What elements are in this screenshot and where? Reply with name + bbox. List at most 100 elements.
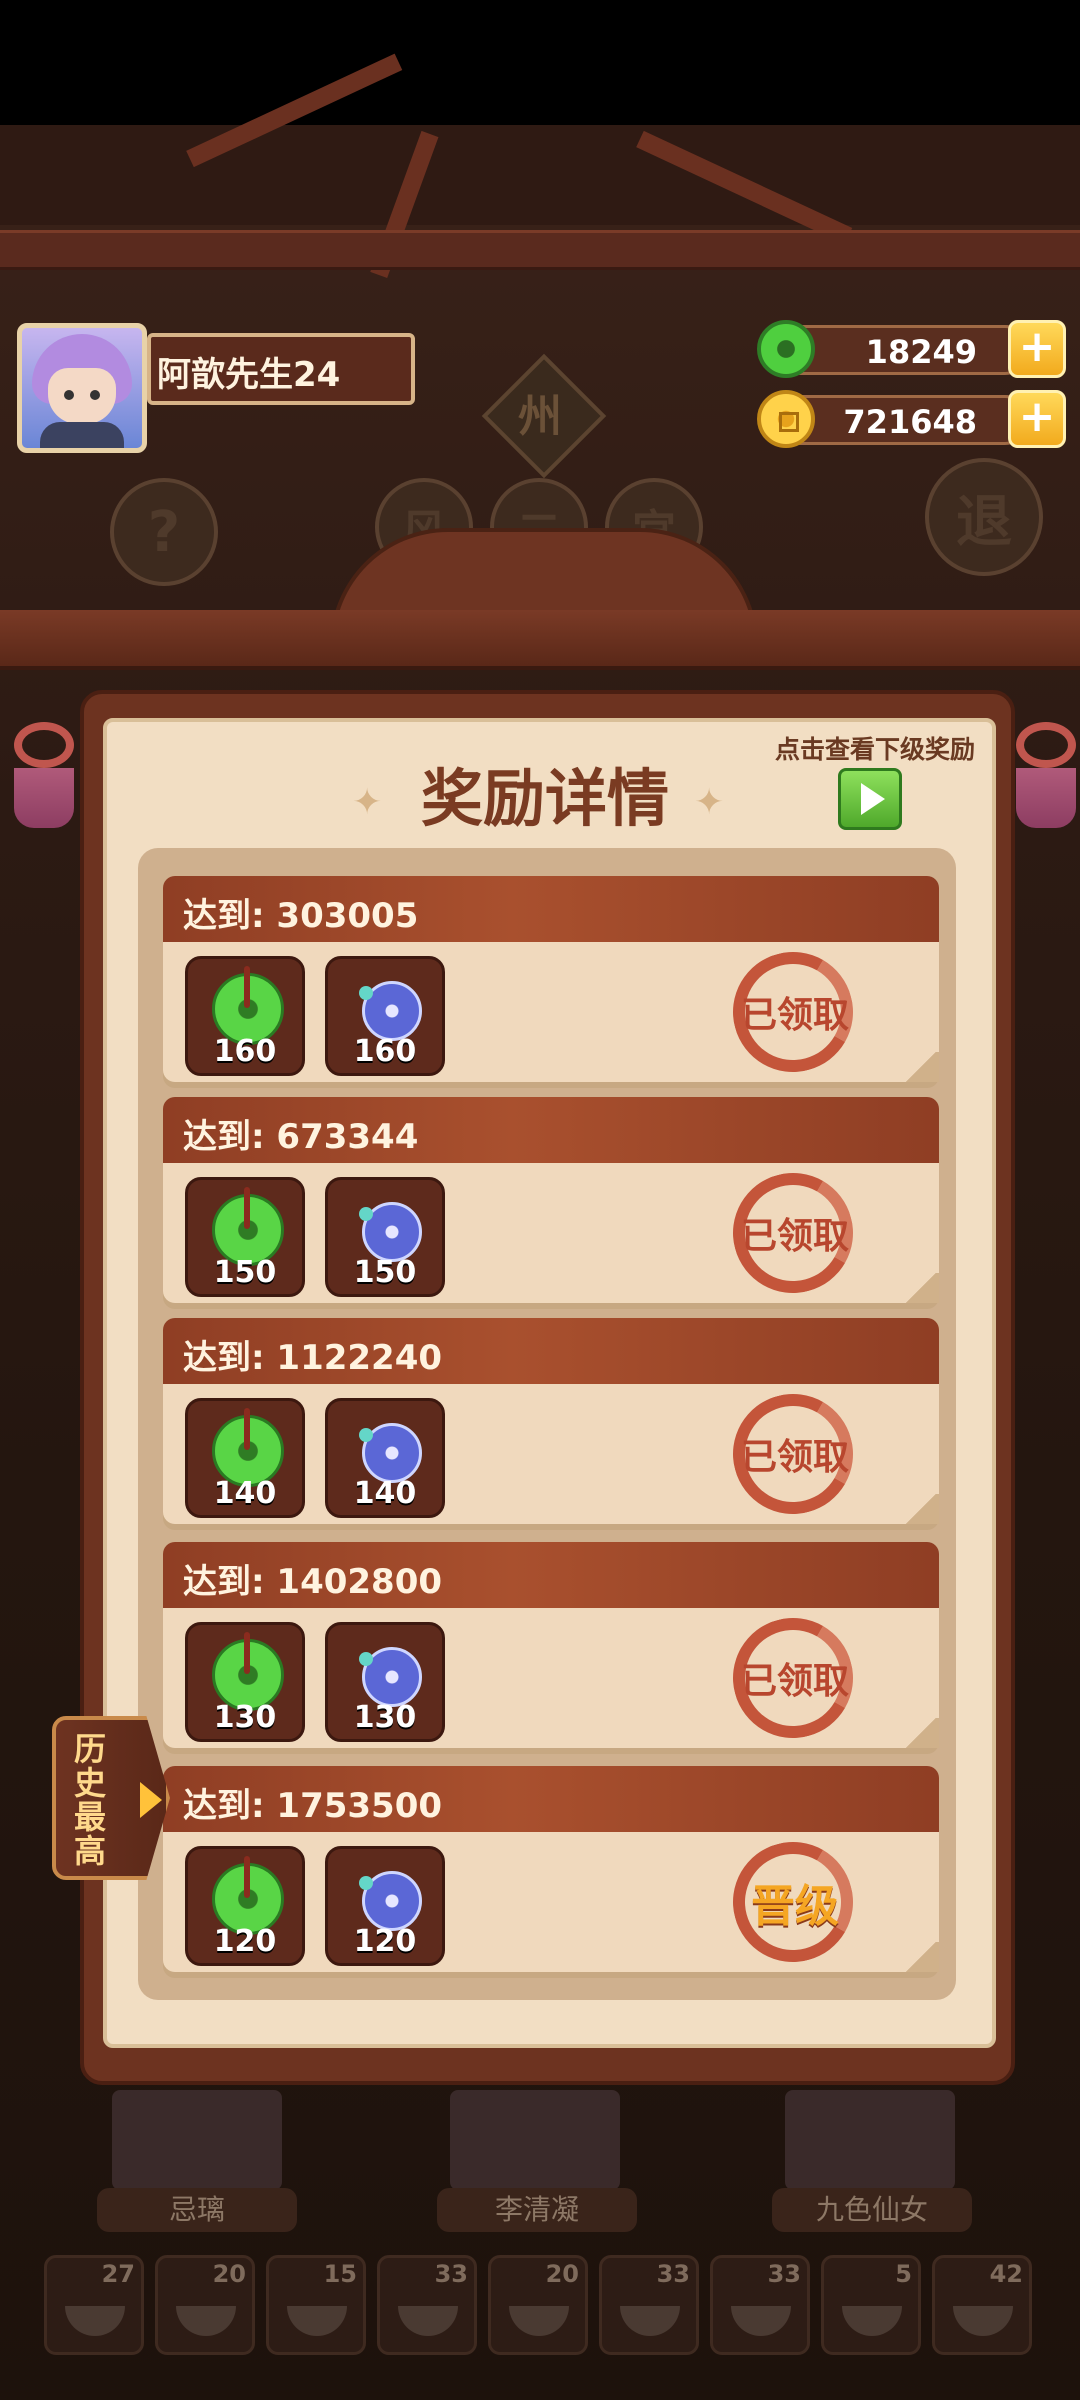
disc-reward-item[interactable]: 120 <box>325 1846 445 1966</box>
gold-coin-icon <box>757 390 815 448</box>
play-icon <box>861 783 885 815</box>
reward-row-body: 140 140 已领取 <box>163 1380 939 1528</box>
shop-sign-text: 州 <box>518 391 562 442</box>
help-button: ? <box>110 478 218 586</box>
character-name: 李清凝 <box>437 2188 637 2232</box>
spirit-disc-icon <box>359 1871 422 1931</box>
reward-quantity: 130 <box>353 1700 417 1735</box>
reward-row-body: 120 120 晋级 <box>163 1828 939 1976</box>
spirit-disc-icon <box>359 1423 422 1483</box>
character-name: 九色仙女 <box>772 2188 972 2232</box>
dish-count: 5 <box>895 2260 912 2288</box>
top-shelf <box>0 610 1080 670</box>
left-tassel <box>14 722 74 828</box>
title-ornament-icon: ✦ <box>694 782 725 823</box>
dish-count: 20 <box>212 2260 246 2288</box>
threshold-label: 达到: 673344 <box>183 1117 419 1157</box>
player-avatar[interactable] <box>17 323 147 453</box>
gold-balance: 721648 <box>843 403 977 441</box>
history-best-tab[interactable]: 历史最高 <box>52 1716 170 1880</box>
disc-reward-item[interactable]: 160 <box>325 956 445 1076</box>
reward-row: 达到: 1122240 140 140 已领取 <box>163 1318 939 1528</box>
dish-slot[interactable]: 33 <box>710 2255 810 2355</box>
player-name-plate: 阿歆先生24 <box>147 333 415 405</box>
reward-row-header: 达到: 673344 <box>163 1097 939 1163</box>
threshold-label: 达到: 1753500 <box>183 1786 443 1826</box>
jade-reward-item[interactable]: 130 <box>185 1622 305 1742</box>
reward-row: 达到: 303005 160 160 已领取 <box>163 876 939 1086</box>
promote-button[interactable]: 晋级 <box>725 1870 865 1934</box>
player-name: 阿歆先生24 <box>157 355 341 395</box>
reward-quantity: 140 <box>353 1476 417 1511</box>
threshold-label: 达到: 1402800 <box>183 1562 443 1602</box>
jade-reward-item[interactable]: 140 <box>185 1398 305 1518</box>
dish-slot[interactable]: 27 <box>44 2255 144 2355</box>
dish-count: 15 <box>323 2260 357 2288</box>
claimed-status: 已领取 <box>740 1216 849 1257</box>
jade-coin-icon <box>757 320 815 378</box>
jade-reward-item[interactable]: 160 <box>185 956 305 1076</box>
status-bar <box>0 0 1080 125</box>
reward-quantity: 160 <box>353 1034 417 1069</box>
jade-reward-item[interactable]: 150 <box>185 1177 305 1297</box>
dish-slot[interactable]: 33 <box>599 2255 699 2355</box>
spirit-disc-icon <box>359 981 422 1041</box>
reward-row: 达到: 673344 150 150 已领取 <box>163 1097 939 1307</box>
roof-background <box>0 125 1080 225</box>
dish-count: 33 <box>434 2260 468 2288</box>
reward-row-header: 达到: 1122240 <box>163 1318 939 1384</box>
disc-reward-item[interactable]: 150 <box>325 1177 445 1297</box>
add-gold-button[interactable]: + <box>1008 390 1066 448</box>
character-name: 忌璃 <box>97 2188 297 2232</box>
character-card[interactable] <box>450 2090 620 2190</box>
claimed-status: 已领取 <box>740 1437 849 1478</box>
next-level-hint: 点击查看下级奖励 <box>774 735 975 764</box>
arrow-right-icon <box>140 1782 162 1818</box>
disc-reward-item[interactable]: 140 <box>325 1398 445 1518</box>
dish-count: 33 <box>767 2260 801 2288</box>
reward-quantity: 130 <box>213 1700 277 1735</box>
threshold-label: 达到: 1122240 <box>183 1338 443 1378</box>
jade-reward-item[interactable]: 120 <box>185 1846 305 1966</box>
claimed-status: 已领取 <box>740 1661 849 1702</box>
disc-reward-item[interactable]: 130 <box>325 1622 445 1742</box>
reward-row: 达到: 1753500 120 120 晋级 <box>163 1766 939 1976</box>
character-card[interactable] <box>785 2090 955 2190</box>
reward-quantity: 120 <box>353 1924 417 1959</box>
threshold-label: 达到: 303005 <box>183 896 419 936</box>
reward-quantity: 150 <box>353 1255 417 1290</box>
dish-slot[interactable]: 33 <box>377 2255 477 2355</box>
dish-slot[interactable]: 5 <box>821 2255 921 2355</box>
title-ornament-icon: ✦ <box>352 782 383 823</box>
roof-beam <box>0 230 1080 270</box>
dish-count: 27 <box>101 2260 135 2288</box>
dish-slot[interactable]: 20 <box>155 2255 255 2355</box>
reward-row: 达到: 1402800 130 130 已领取 <box>163 1542 939 1752</box>
dish-count: 20 <box>545 2260 579 2288</box>
reward-row-body: 130 130 已领取 <box>163 1604 939 1752</box>
jade-balance: 18249 <box>865 333 977 371</box>
reward-quantity: 160 <box>213 1034 277 1069</box>
spirit-disc-icon <box>359 1202 422 1262</box>
dish-slot[interactable]: 15 <box>266 2255 366 2355</box>
reward-quantity: 150 <box>213 1255 277 1290</box>
modal-title: 奖励详情 <box>420 762 669 835</box>
character-card[interactable] <box>112 2090 282 2190</box>
dish-count: 33 <box>656 2260 690 2288</box>
history-best-label: 历史最高 <box>74 1730 107 1870</box>
dish-slot[interactable]: 20 <box>488 2255 588 2355</box>
exit-button: 退 <box>925 458 1043 576</box>
add-jade-button[interactable]: + <box>1008 320 1066 378</box>
reward-quantity: 140 <box>213 1476 277 1511</box>
reward-quantity: 120 <box>213 1924 277 1959</box>
reward-row-header: 达到: 303005 <box>163 876 939 942</box>
spirit-disc-icon <box>359 1647 422 1707</box>
claimed-status: 已领取 <box>740 995 849 1036</box>
dish-slot[interactable]: 42 <box>932 2255 1032 2355</box>
next-level-button[interactable] <box>838 768 902 830</box>
reward-row-body: 160 160 已领取 <box>163 938 939 1086</box>
reward-row-body: 150 150 已领取 <box>163 1159 939 1307</box>
right-tassel <box>1016 722 1076 828</box>
reward-row-header: 达到: 1753500 <box>163 1766 939 1832</box>
reward-row-header: 达到: 1402800 <box>163 1542 939 1608</box>
